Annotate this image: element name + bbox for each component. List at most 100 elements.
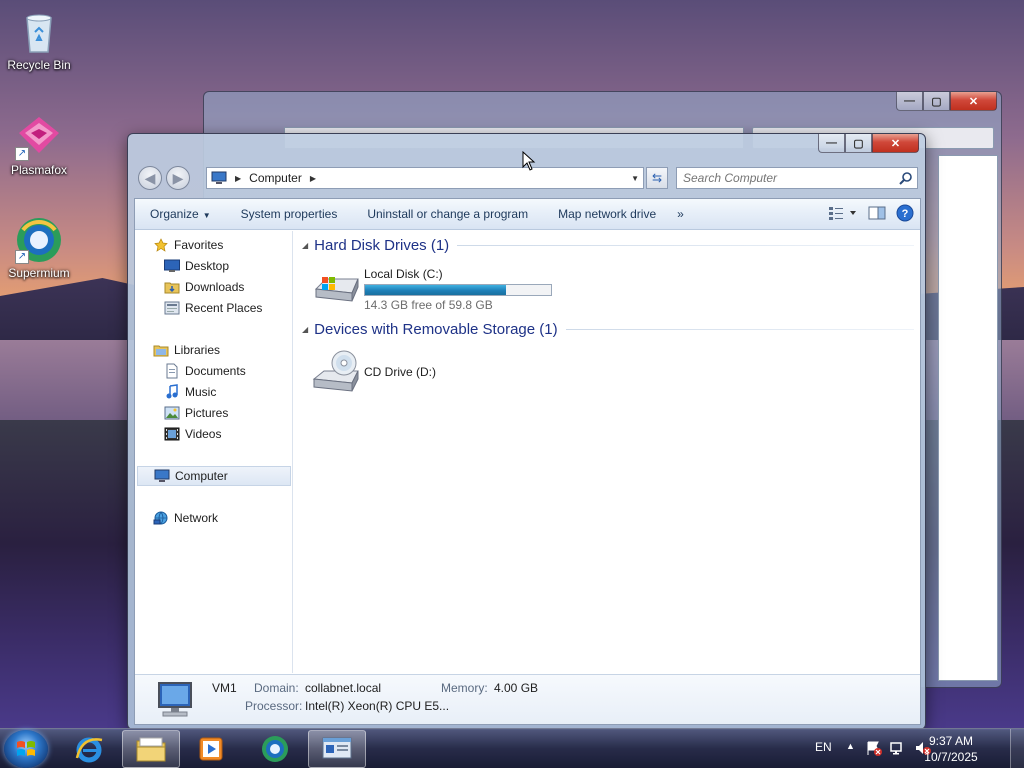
nav-label: Libraries <box>174 343 221 357</box>
drive-local-disk-c[interactable]: Local Disk (C:) 14.3 GB free of 59.8 GB <box>312 267 552 312</box>
taskbar-supermium[interactable] <box>246 730 304 768</box>
details-pane: VM1 Domain: collabnet.local Memory: 4.00… <box>135 674 920 724</box>
supermium-icon <box>262 736 288 762</box>
system-properties-button[interactable]: System properties <box>226 199 353 230</box>
show-desktop-button[interactable] <box>1010 729 1024 768</box>
desktop-icon-label: Recycle Bin <box>7 58 71 72</box>
help-icon: ? <box>896 204 914 222</box>
breadcrumb-arrow-icon[interactable]: ▶ <box>235 174 241 183</box>
domain-value: collabnet.local <box>305 681 382 695</box>
downloads-folder-icon <box>164 279 180 295</box>
nav-libraries[interactable]: Libraries <box>153 340 220 360</box>
forward-arrow-icon: ▶ <box>172 169 184 186</box>
hard-drive-icon <box>314 277 359 302</box>
search-box[interactable] <box>676 167 918 189</box>
flag-warning-icon[interactable] <box>866 740 882 756</box>
nav-item-pictures[interactable]: Pictures <box>164 403 228 423</box>
nav-item-documents[interactable]: Documents <box>164 361 246 381</box>
group-header-removable-storage[interactable]: ◢ Devices with Removable Storage (1) <box>302 321 914 338</box>
desktop-icon-recycle-bin[interactable]: Recycle Bin <box>0 8 78 72</box>
nav-computer[interactable]: Computer <box>137 466 291 486</box>
content-pane: ◢ Hard Disk Drives (1) Local Disk (C:) 1… <box>294 231 920 673</box>
plasmafox-icon: ↗ <box>15 113 63 161</box>
desktop-icon-supermium[interactable]: ↗ Supermium <box>0 216 78 280</box>
desktop-icon-plasmafox[interactable]: ↗ Plasmafox <box>0 113 78 177</box>
computer-icon <box>211 171 227 184</box>
search-input[interactable] <box>683 171 893 185</box>
change-view-button[interactable] <box>828 205 858 224</box>
processor-label: Processor: <box>245 699 303 713</box>
drive-name: Local Disk (C:) <box>364 267 443 281</box>
nav-label: Desktop <box>185 259 230 273</box>
domain-label: Domain: <box>254 681 299 695</box>
nav-item-downloads[interactable]: Downloads <box>164 277 244 297</box>
desktop-icon-label: Plasmafox <box>10 163 68 177</box>
nav-label: Recent Places <box>185 301 263 315</box>
close-icon[interactable]: ✕ <box>872 134 919 153</box>
organize-button[interactable]: Organize ▼ <box>135 199 226 230</box>
refresh-button[interactable]: ⇆ <box>646 167 668 189</box>
group-divider <box>565 329 914 330</box>
nav-item-music[interactable]: Music <box>164 382 216 402</box>
view-controls: ? <box>828 204 914 225</box>
music-icon <box>164 384 180 400</box>
nav-favorites[interactable]: Favorites <box>153 235 223 255</box>
collapse-triangle-icon[interactable]: ◢ <box>302 241 308 250</box>
memory-value: 4.00 GB <box>494 681 539 695</box>
pictures-icon <box>164 405 180 421</box>
explorer-window[interactable]: — ▢ ✕ ◀ ▶ ▶ Computer ▶ ▼ ⇆ Organize▼ <box>127 133 926 730</box>
start-button[interactable] <box>4 730 48 768</box>
maximize-icon[interactable]: ▢ <box>923 92 950 111</box>
clock-time: 9:37 AM <box>928 734 974 748</box>
drive-usage-bar <box>364 284 552 296</box>
nav-item-recent-places[interactable]: Recent Places <box>164 298 262 318</box>
close-icon[interactable]: ✕ <box>950 92 997 111</box>
breadcrumb-computer[interactable]: Computer <box>249 171 302 185</box>
map-network-drive-button[interactable]: Map network drive <box>543 199 671 230</box>
clock-date: 10/7/2025 <box>924 750 978 764</box>
mouse-cursor-icon <box>522 151 536 171</box>
svg-text:?: ? <box>902 208 909 220</box>
drive-cd-d[interactable]: CD Drive (D:) <box>312 349 436 395</box>
forward-button[interactable]: ▶ <box>166 166 190 190</box>
collapse-triangle-icon[interactable]: ◢ <box>302 325 308 334</box>
taskbar-system-window[interactable] <box>308 730 366 768</box>
memory-label: Memory: <box>441 681 488 695</box>
uninstall-program-button[interactable]: Uninstall or change a program <box>352 199 543 230</box>
nav-label: Favorites <box>174 238 224 252</box>
language-indicator[interactable]: EN <box>815 740 832 754</box>
back-button[interactable]: ◀ <box>138 166 162 190</box>
cd-drive-icon <box>312 350 359 392</box>
nav-item-videos[interactable]: Videos <box>164 424 221 444</box>
computer-icon <box>154 468 170 484</box>
help-button[interactable]: ? <box>896 204 914 225</box>
nav-label: Documents <box>185 364 246 378</box>
breadcrumb-arrow-icon[interactable]: ▶ <box>310 174 316 183</box>
videos-icon <box>164 426 180 442</box>
taskbar-media-player[interactable] <box>182 730 240 768</box>
shortcut-arrow-icon: ↗ <box>15 147 29 161</box>
network-icon <box>153 510 169 526</box>
internet-explorer-icon <box>75 737 103 763</box>
taskbar-internet-explorer[interactable] <box>60 730 118 768</box>
media-player-icon <box>199 737 223 761</box>
nav-item-desktop[interactable]: Desktop <box>164 256 229 276</box>
recent-places-icon <box>164 300 180 316</box>
taskbar-file-explorer[interactable] <box>122 730 180 768</box>
more-commands-button[interactable]: » <box>671 199 690 230</box>
maximize-icon[interactable]: ▢ <box>845 134 872 153</box>
search-icon[interactable] <box>899 171 913 185</box>
address-dropdown-icon[interactable]: ▼ <box>631 174 639 183</box>
preview-pane-button[interactable] <box>868 205 886 224</box>
address-bar[interactable]: ▶ Computer ▶ ▼ <box>206 167 644 189</box>
network-status-icon[interactable] <box>890 740 906 756</box>
show-hidden-icons-button[interactable]: ▲ <box>846 741 855 751</box>
minimize-icon[interactable]: — <box>818 134 845 153</box>
group-header-hard-disk-drives[interactable]: ◢ Hard Disk Drives (1) <box>302 237 914 254</box>
preview-pane-icon <box>868 206 886 220</box>
command-bar: Organize ▼ System properties Uninstall or… <box>135 199 920 230</box>
system-clock[interactable]: 9:37 AM 10/7/2025 <box>916 733 986 765</box>
file-explorer-icon <box>136 737 166 762</box>
nav-network[interactable]: Network <box>153 508 218 528</box>
minimize-icon[interactable]: — <box>896 92 923 111</box>
